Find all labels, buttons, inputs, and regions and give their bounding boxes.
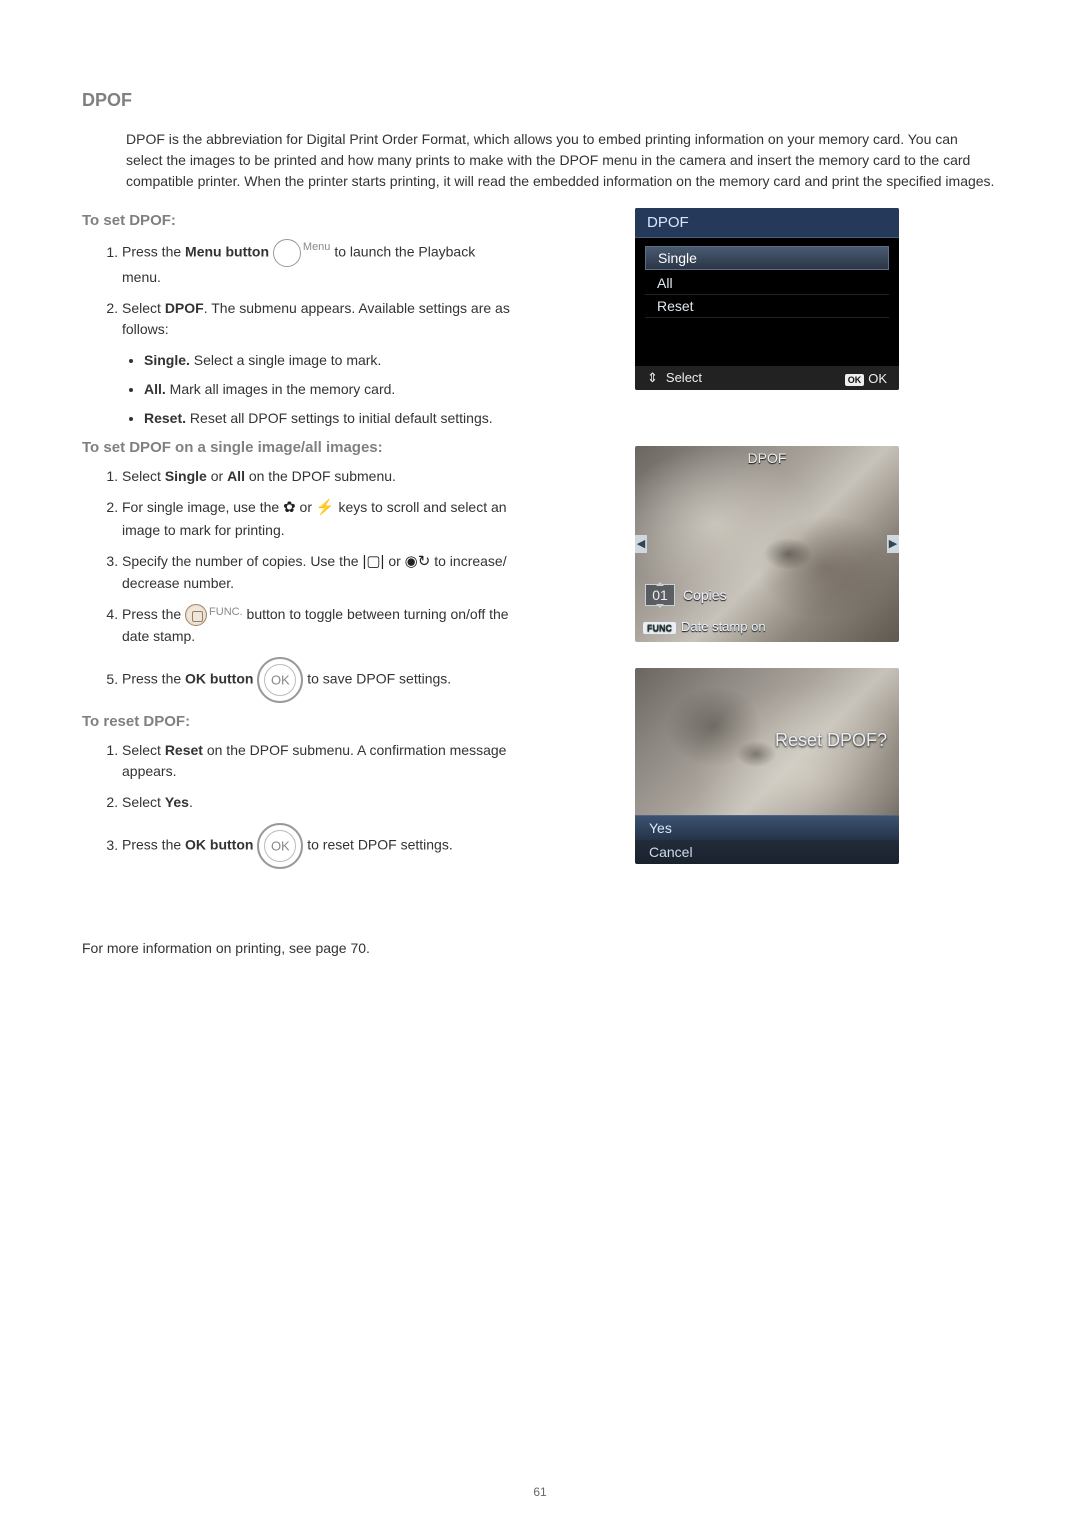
copies-number: 01 (645, 584, 675, 606)
single-step-3: Specify the number of copies. Use the |▢… (122, 551, 514, 595)
reset-option-cancel: Cancel (635, 840, 899, 864)
updown-icon: ⇕ (647, 370, 658, 385)
func-button-icon (185, 604, 207, 626)
func-badge-icon: FUNC (643, 622, 676, 634)
next-arrow-icon: ▶ (887, 535, 899, 553)
single-step-5: Press the OK button OK to save DPOF sett… (122, 657, 514, 703)
reset-option-yes: Yes (635, 815, 899, 840)
menu-button-icon (273, 239, 301, 267)
screen2-title: DPOF (635, 450, 899, 466)
display-key-icon: |▢| (362, 553, 384, 570)
screen-title: DPOF (635, 208, 899, 238)
bullet-all: All. Mark all images in the memory card. (144, 379, 514, 400)
menu-item-all: All (645, 272, 889, 295)
menu-item-single: Single (645, 246, 889, 270)
flash-bolt-icon: ⚡ (316, 499, 335, 516)
reset-dpof-title: To reset DPOF: (82, 713, 514, 730)
reset-dpof-prompt: Reset DPOF? (775, 730, 887, 751)
reset-dpof-screen: Reset DPOF? Yes Cancel (635, 668, 899, 864)
dpof-menu-screen: DPOF Single All Reset ⇕Select OKOK (635, 208, 899, 390)
set-step-2: Select DPOF. The submenu appears. Availa… (122, 298, 514, 429)
reset-step-2: Select Yes. (122, 792, 514, 813)
set-step-1: Press the Menu button Menu to launch the… (122, 239, 514, 288)
prev-arrow-icon: ◀ (635, 535, 647, 553)
intro-paragraph: DPOF is the abbreviation for Digital Pri… (126, 129, 998, 192)
menu-item-reset: Reset (645, 295, 889, 318)
date-stamp-status: FUNCDate stamp on (643, 619, 766, 634)
section-title: DPOF (82, 90, 998, 111)
dpof-copies-screen: DPOF ◀ ▶ 01 Copies FUNCDate stamp on (635, 446, 899, 642)
bullet-single: Single. Select a single image to mark. (144, 350, 514, 371)
ok-button-icon: OK (257, 823, 303, 869)
set-single-all-title: To set DPOF on a single image/all images… (82, 439, 514, 456)
page-number: 61 (0, 1485, 1080, 1499)
timer-key-icon: ◉↻ (405, 553, 431, 570)
single-step-1: Select Single or All on the DPOF submenu… (122, 466, 514, 487)
footer-note: For more information on printing, see pa… (82, 940, 998, 956)
copies-label: Copies (683, 587, 727, 603)
to-set-dpof-title: To set DPOF: (82, 212, 514, 229)
bullet-reset: Reset. Reset all DPOF settings to initia… (144, 408, 514, 429)
reset-step-1: Select Reset on the DPOF submenu. A conf… (122, 740, 514, 782)
ok-button-icon: OK (257, 657, 303, 703)
func-label: FUNC. (209, 606, 243, 618)
single-step-4: Press the FUNC. button to toggle between… (122, 604, 514, 647)
ok-badge-icon: OK (845, 374, 865, 386)
menu-label: Menu (303, 241, 331, 253)
reset-step-3: Press the OK button OK to reset DPOF set… (122, 823, 514, 869)
single-step-2: For single image, use the ✿ or ⚡ keys to… (122, 497, 514, 541)
macro-flower-icon: ✿ (283, 499, 296, 516)
